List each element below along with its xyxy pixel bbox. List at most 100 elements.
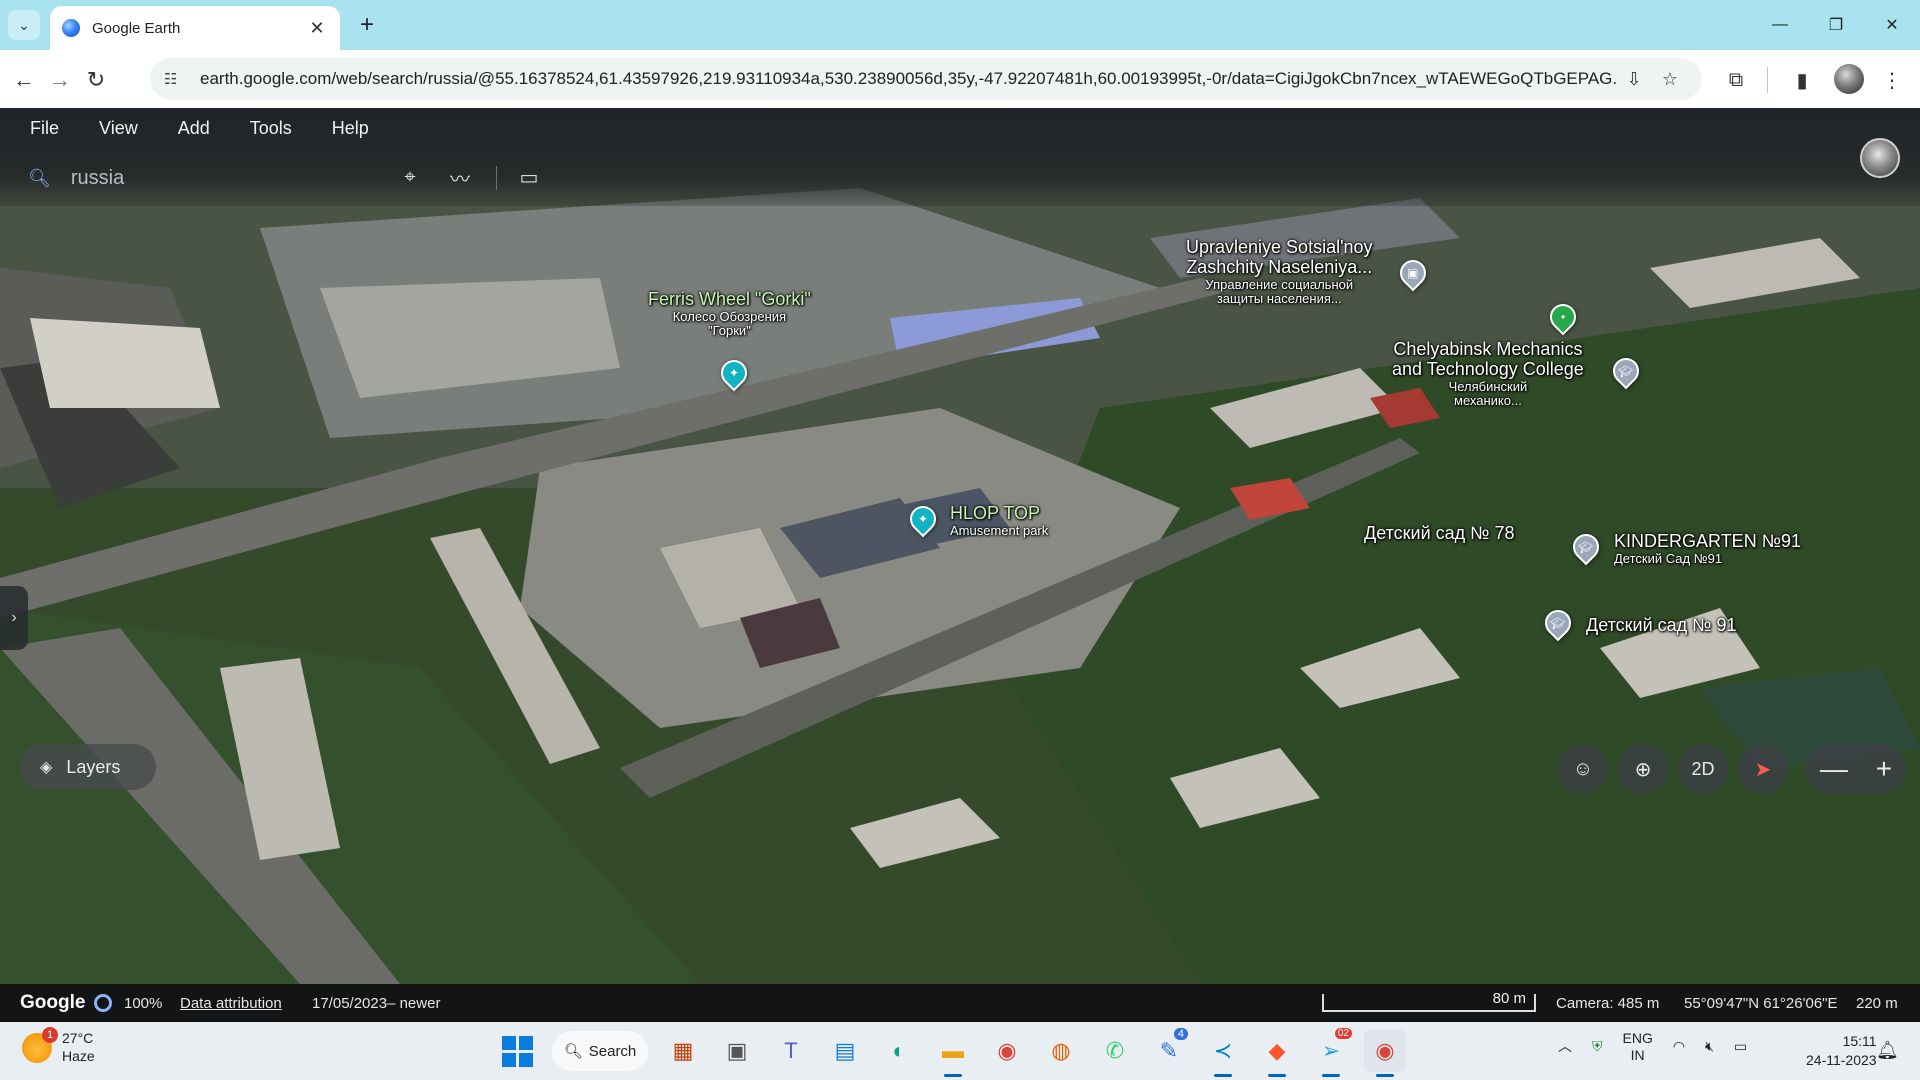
place-label-upravleniye[interactable]: Upravleniye Sotsial'noy Zashchity Nasele… [1186,237,1373,306]
place-subtitle: Челябинский [1448,378,1528,394]
extensions-puzzle-icon[interactable]: ⧉ [1720,64,1752,96]
system-clock[interactable]: 15:11 24-11-2023 [1806,1032,1877,1070]
zoom-in-button[interactable]: + [1876,753,1892,785]
school-icon: 🎓︎ [1550,616,1566,631]
expand-panel-button[interactable]: › [0,586,28,650]
place-subtitle: Управление социальной [1205,276,1354,292]
wifi-icon[interactable]: ◠ [1673,1038,1685,1055]
place-label-detsad-78[interactable]: Детский сад № 78 [1364,523,1514,544]
toggle-2d-button[interactable]: 2D [1678,744,1728,794]
place-label-college[interactable]: Chelyabinsk Mechanics and Technology Col… [1392,339,1584,408]
side-panel-icon[interactable]: ▮ [1786,64,1818,96]
search-icon: 🔍︎ [563,1043,583,1060]
data-attribution-link[interactable]: Data attribution [180,995,282,1012]
coordinates: 55°09'47"N 61°26'06"E [1684,995,1838,1012]
place-subtitle: "Горки" [708,323,751,339]
measure-ruler-icon[interactable]: ▭ [512,160,546,194]
menu-file[interactable]: File [30,118,59,139]
more-menu-icon[interactable]: ⋮ [1876,64,1908,96]
chrome-active-icon[interactable]: ◉ [1364,1030,1406,1077]
whatsapp-icon[interactable]: ✆ [1094,1030,1136,1072]
layers-button[interactable]: ◈ Layers [20,744,156,790]
park-icon: • [1560,310,1566,325]
start-button[interactable] [496,1030,538,1072]
place-subtitle: защиты населения... [1216,290,1342,306]
teams-icon[interactable]: T [770,1030,812,1072]
place-name: Chelyabinsk Mechanics [1393,339,1583,359]
language-code: ENG [1622,1030,1653,1046]
zoom-out-button[interactable]: — [1820,753,1848,785]
menu-add[interactable]: Add [178,118,210,139]
taskbar-search[interactable]: 🔍︎ Search [552,1031,648,1071]
place-name: HLOP TOP [950,503,1041,523]
place-label-detsad-91[interactable]: Детский сад № 91 [1586,615,1736,636]
app-tools-icon[interactable]: ✎ 4 [1148,1028,1190,1072]
minimize-button[interactable]: — [1752,0,1808,50]
search-input[interactable] [70,166,371,190]
notification-bell-icon[interactable]: 🔔︎ [1876,1040,1899,1061]
place-subtitle: механико... [1454,392,1522,408]
firefox-icon[interactable]: ◍ [1040,1030,1082,1072]
compass-button[interactable]: ➤ [1738,744,1788,794]
vscode-icon[interactable]: ≺ [1202,1030,1244,1077]
tray-overflow-chevron-icon[interactable]: ︿ [1558,1038,1572,1055]
input-language[interactable]: ENG IN [1623,1030,1653,1064]
attraction-icon: ✦ [728,366,740,380]
address-bar[interactable]: ☷ earth.google.com/web/search/russia/@55… [150,58,1702,100]
telegram-icon[interactable]: ➢ 02 [1310,1028,1352,1077]
browser-profile-avatar[interactable] [1834,64,1864,94]
task-view-icon[interactable]: ▣ [716,1030,758,1072]
volume-muted-icon[interactable]: 🔇︎ [1705,1038,1714,1055]
tab-google-earth[interactable]: Google Earth ✕ [50,6,340,50]
place-label-ferris-wheel[interactable]: Ferris Wheel "Gorki" Колесо Обозрения "Г… [648,289,811,339]
security-shield-icon[interactable]: ⛨ [1592,1038,1603,1055]
place-label-kindergarten-91[interactable]: KINDERGARTEN №91 Детский Сад №91 [1614,531,1802,566]
bookmark-star-icon[interactable]: ☆ [1652,69,1688,90]
microsoft-store-icon[interactable]: ▤ [824,1030,866,1072]
pegman-button[interactable]: ☺ [1558,744,1608,794]
battery-icon[interactable]: ▭ [1734,1038,1747,1055]
earth-search-box[interactable]: 🔍︎ [28,160,371,196]
sun-haze-icon: 1 [22,1026,58,1063]
place-subtitle: Детский Сад №91 [1614,550,1723,566]
earth-menubar: File View Add Tools Help [30,118,409,139]
forward-button[interactable]: → [44,64,76,96]
scale-bar: 80 m [1322,990,1536,1012]
weather-widget[interactable]: 1 27°C Haze [22,1026,95,1065]
browser-toolbar: ← → ↻ ☷ earth.google.com/web/search/russ… [0,50,1920,108]
menu-tools[interactable]: Tools [250,118,292,139]
new-tab-button[interactable]: + [352,10,382,40]
my-location-button[interactable]: ⊕ [1618,744,1668,794]
brave-icon[interactable]: ◆ [1256,1030,1298,1077]
url-text[interactable]: earth.google.com/web/search/russia/@55.1… [200,69,1616,89]
weather-temperature: 27°C [62,1030,94,1046]
install-app-icon[interactable]: ⇩ [1616,69,1652,90]
edge-browser-icon[interactable]: ◐ [878,1030,920,1072]
draw-path-icon[interactable]: 〰 [443,160,477,194]
place-subtitle: Колесо Обозрения [672,308,787,324]
maximize-button[interactable]: ❐ [1808,0,1864,50]
compass-icon: ➤ [1754,758,1772,781]
tab-search-button[interactable]: ⌄ [8,10,40,40]
back-button[interactable]: ← [8,64,40,96]
telegram-badge: 02 [1334,1028,1352,1039]
clock-time: 15:11 [1842,1033,1877,1049]
site-info-icon[interactable]: ☷ [164,70,186,88]
file-explorer-icon[interactable]: ▬ [932,1030,974,1077]
add-placemark-icon[interactable]: ⌖ [393,160,427,194]
earth-account-avatar[interactable] [1860,138,1900,178]
earth-map-viewport[interactable]: File View Add Tools Help 🔍︎ ⌖ 〰 ▭ › Ferr… [0,108,1920,984]
tab-close-button[interactable]: ✕ [306,18,328,39]
place-name: KINDERGARTEN №91 [1614,531,1802,551]
app-widgets-icon[interactable]: ▦ [662,1030,704,1072]
chevron-right-icon: › [11,609,17,626]
loading-percent: 100% [124,995,163,1012]
chrome-icon[interactable]: ◉ [986,1030,1028,1072]
reload-icon: ↻ [86,67,106,92]
place-label-hlop-top[interactable]: HLOP TOP Amusement park [950,503,1048,538]
reload-button[interactable]: ↻ [80,64,112,96]
clock-date: 24-11-2023 [1806,1051,1877,1068]
close-window-button[interactable]: ✕ [1864,0,1920,50]
menu-help[interactable]: Help [332,118,369,139]
menu-view[interactable]: View [99,118,138,139]
